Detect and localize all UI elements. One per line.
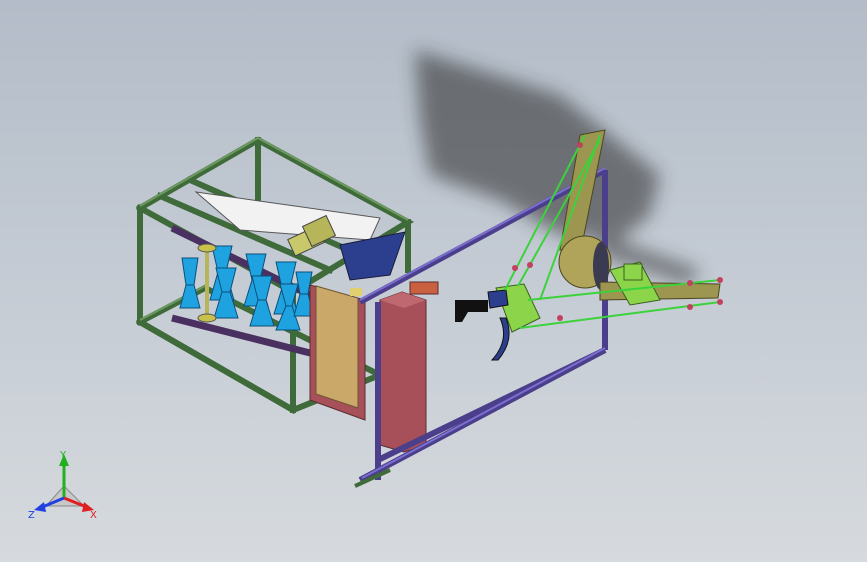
arm-joint-block: [623, 263, 643, 281]
coordinate-triad: Y X Z: [28, 450, 97, 521]
gripper-plate: [487, 289, 509, 309]
triad-z-label: Z: [28, 510, 35, 521]
hopper-tray: [339, 231, 406, 281]
roller-gear: [197, 313, 217, 323]
panel-front: [315, 285, 359, 409]
triad-z-arrow: [34, 502, 46, 512]
triad-y-label: Y: [59, 450, 67, 461]
gripper-finger-blue: [490, 317, 510, 361]
roller: [179, 257, 201, 309]
hopper-plate: [194, 191, 381, 241]
roller-gear: [197, 243, 217, 253]
panel-side-box: [379, 291, 427, 453]
triad-x-label: X: [90, 510, 97, 521]
sensor-block: [409, 281, 439, 295]
cad-3d-viewport[interactable]: Y X Z: [0, 0, 867, 562]
front-panel-assembly: [309, 281, 439, 453]
gripper-assembly: [455, 283, 541, 361]
small-yellow-plate: [350, 288, 362, 296]
cad-model-scene[interactable]: [0, 0, 867, 562]
gripper-finger-dark: [455, 300, 488, 322]
